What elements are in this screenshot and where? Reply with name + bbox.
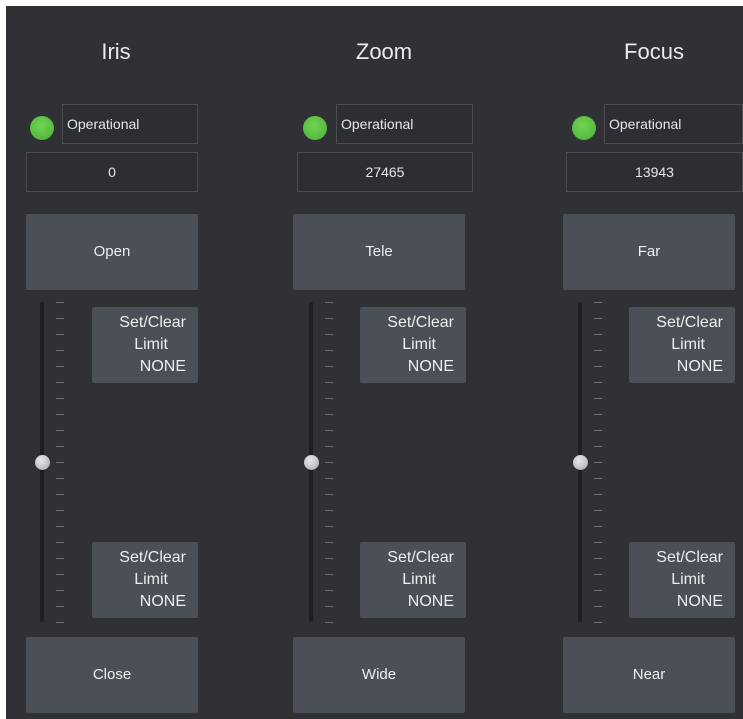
- lens-control-panel: Iris Operational 0 Open Set/Clear Limit …: [6, 6, 743, 719]
- focus-upper-limit-line3: NONE: [676, 358, 723, 375]
- zoom-lower-limit-button[interactable]: Set/Clear Limit NONE: [360, 542, 466, 618]
- focus-upper-limit-button[interactable]: Set/Clear Limit NONE: [629, 307, 735, 383]
- focus-title: Focus: [624, 39, 684, 64]
- zoom-lower-limit-line1: Set/Clear: [387, 549, 454, 566]
- iris-lower-limit-line1: Set/Clear: [119, 549, 186, 566]
- zoom-status-field: Operational: [336, 104, 473, 144]
- focus-lower-limit-line1: Set/Clear: [656, 549, 723, 566]
- iris-lower-limit-line3: NONE: [139, 593, 186, 610]
- focus-column: Focus Operational 13943 Far Set/Clear Li…: [544, 6, 743, 719]
- zoom-upper-limit-button[interactable]: Set/Clear Limit NONE: [360, 307, 466, 383]
- focus-upper-limit-line2: Limit: [671, 336, 705, 353]
- iris-upper-limit-line2: Limit: [134, 336, 168, 353]
- iris-upper-limit-line3: NONE: [139, 358, 186, 375]
- zoom-lower-limit-line2: Limit: [402, 571, 436, 588]
- iris-title: Iris: [101, 39, 131, 64]
- focus-slider-ticks: [594, 302, 602, 626]
- focus-status-led-icon: [572, 116, 596, 140]
- iris-upper-limit-button[interactable]: Set/Clear Limit NONE: [92, 307, 198, 383]
- iris-status-field: Operational: [62, 104, 198, 144]
- iris-upper-limit-line1: Set/Clear: [119, 314, 186, 331]
- zoom-upper-limit-line3: NONE: [407, 358, 454, 375]
- focus-lower-limit-line2: Limit: [671, 571, 705, 588]
- iris-lower-limit-line2: Limit: [134, 571, 168, 588]
- zoom-slider-thumb[interactable]: [304, 454, 319, 470]
- focus-far-button[interactable]: Far: [563, 214, 735, 290]
- zoom-column: Zoom Operational 27465 Tele Set/Clear Li…: [274, 6, 534, 719]
- focus-status-field: Operational: [604, 104, 743, 144]
- zoom-status-led-icon: [303, 116, 327, 140]
- iris-open-button[interactable]: Open: [26, 214, 198, 290]
- focus-near-button[interactable]: Near: [563, 637, 735, 713]
- iris-column: Iris Operational 0 Open Set/Clear Limit …: [6, 6, 266, 719]
- focus-lower-limit-button[interactable]: Set/Clear Limit NONE: [629, 542, 735, 618]
- focus-slider-thumb[interactable]: [573, 454, 588, 470]
- zoom-lower-limit-line3: NONE: [407, 593, 454, 610]
- iris-status-led-icon: [30, 116, 54, 140]
- zoom-value-field: 27465: [297, 152, 473, 192]
- iris-close-button[interactable]: Close: [26, 637, 198, 713]
- focus-upper-limit-line1: Set/Clear: [656, 314, 723, 331]
- zoom-title: Zoom: [355, 39, 413, 64]
- iris-slider-thumb[interactable]: [35, 454, 50, 470]
- zoom-upper-limit-line2: Limit: [402, 336, 436, 353]
- iris-value-field: 0: [26, 152, 198, 192]
- zoom-upper-limit-line1: Set/Clear: [387, 314, 454, 331]
- zoom-slider-ticks: [325, 302, 333, 626]
- focus-value-field: 13943: [566, 152, 743, 192]
- zoom-tele-button[interactable]: Tele: [293, 214, 465, 290]
- iris-lower-limit-button[interactable]: Set/Clear Limit NONE: [92, 542, 198, 618]
- focus-lower-limit-line3: NONE: [676, 593, 723, 610]
- iris-slider-ticks: [56, 302, 64, 626]
- zoom-wide-button[interactable]: Wide: [293, 637, 465, 713]
